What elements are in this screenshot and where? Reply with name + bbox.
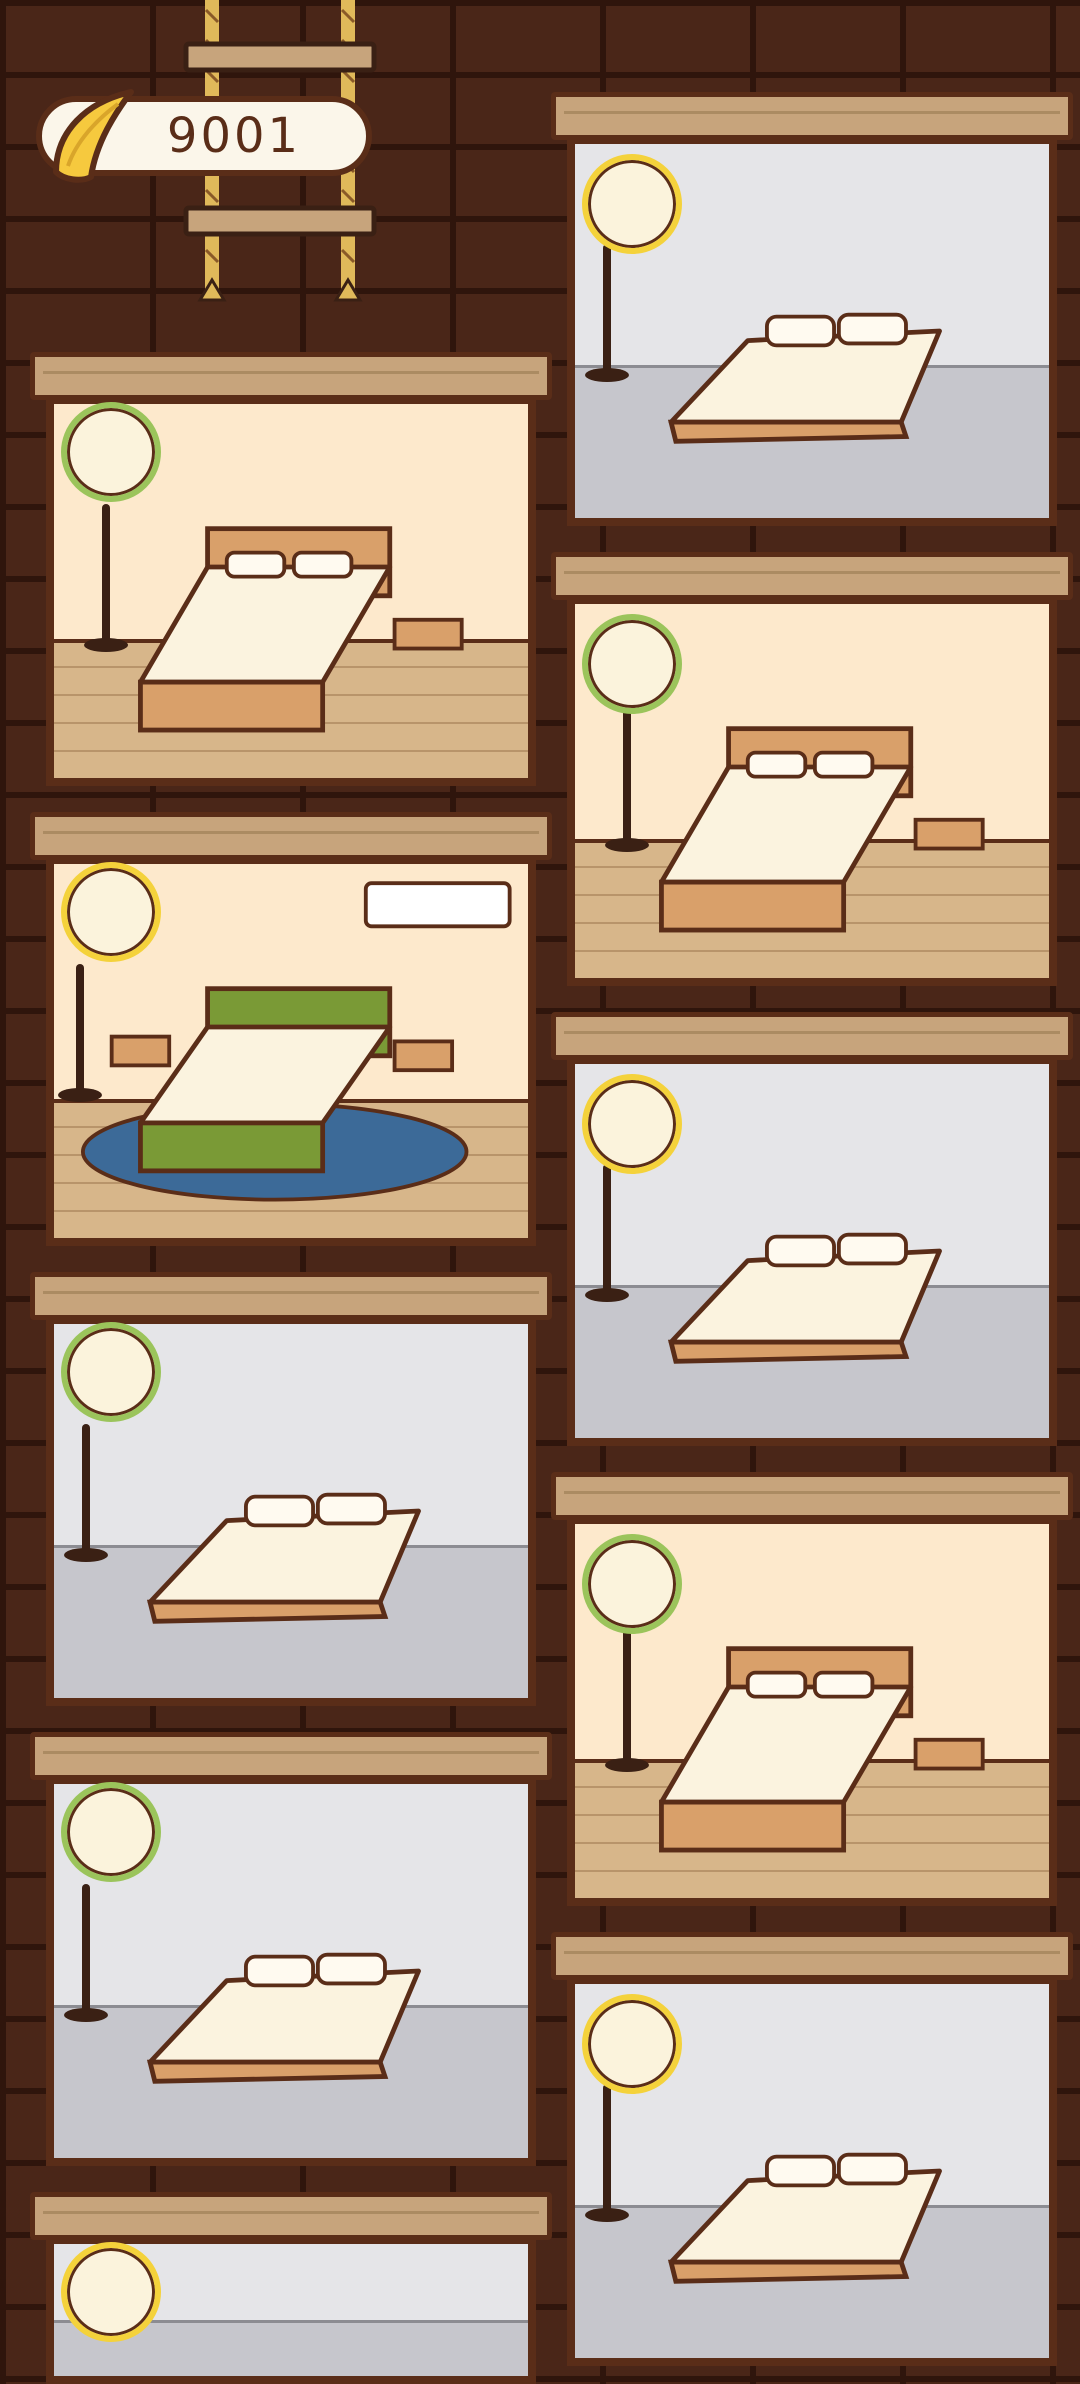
room-shelf	[30, 2192, 552, 2240]
room-shelf	[551, 1012, 1073, 1060]
red-bird-avatar[interactable]	[582, 614, 682, 714]
room-shelf	[551, 92, 1073, 140]
room-shelf	[551, 1932, 1073, 1980]
room-shelf	[551, 552, 1073, 600]
golden-dog-avatar[interactable]	[582, 154, 682, 254]
fox-avatar[interactable]	[61, 862, 161, 962]
raccoon-avatar[interactable]	[61, 402, 161, 502]
room-shelf	[30, 812, 552, 860]
air-conditioner	[363, 881, 512, 929]
room-shelf	[30, 1272, 552, 1320]
banana-icon	[53, 89, 134, 183]
robot-avatar[interactable]	[582, 1534, 682, 1634]
room-shelf	[30, 352, 552, 400]
turtle-avatar[interactable]	[61, 1782, 161, 1882]
burger-avatar[interactable]	[582, 1994, 682, 2094]
rabbit-avatar[interactable]	[61, 2242, 161, 2342]
room-shelf	[551, 1472, 1073, 1520]
bunny-avatar[interactable]	[61, 1322, 161, 1422]
room-shelf	[30, 1732, 552, 1780]
banana-counter: 9001	[36, 89, 372, 183]
mole-avatar[interactable]	[582, 1074, 682, 1174]
